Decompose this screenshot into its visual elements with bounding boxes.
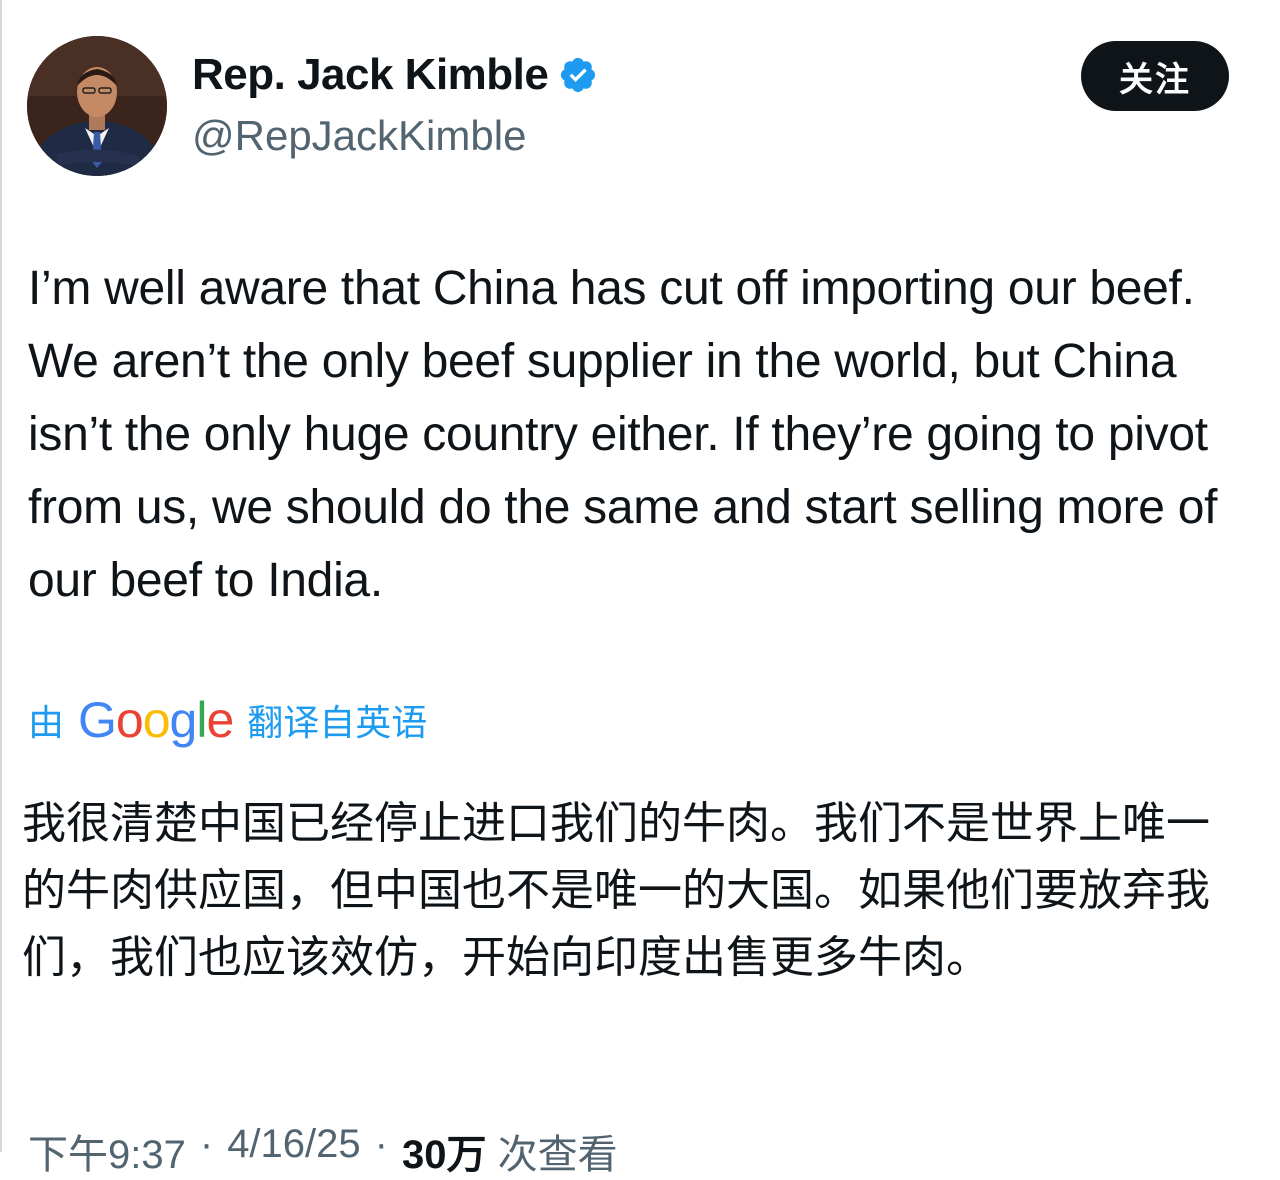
profile-photo-icon (27, 36, 167, 176)
user-handle[interactable]: @RepJackKimble (192, 112, 526, 160)
google-letter: l (196, 692, 207, 748)
google-letter: G (78, 692, 117, 748)
author-name-row: Rep. Jack Kimble (192, 50, 598, 100)
google-letter: g (169, 692, 198, 748)
google-logo: Google (78, 690, 234, 750)
frame-edge (0, 0, 2, 1152)
follow-button[interactable]: 关注 (1081, 41, 1229, 111)
views-label: 次查看 (497, 1133, 618, 1177)
meta-separator: · (199, 1122, 214, 1166)
google-letter: e (206, 692, 234, 748)
google-letter: o (115, 692, 144, 748)
tweet-meta: 下午9:37 · 4/16/25 · 30万 次查看 (28, 1122, 618, 1180)
meta-separator: · (374, 1122, 388, 1166)
tweet-time[interactable]: 下午9:37 (28, 1122, 186, 1180)
translated-tweet-text: 我很清楚中国已经停止进口我们的牛肉。我们不是世界上唯一的牛肉供应国，但中国也不是… (22, 798, 1210, 983)
translation-suffix: 翻译自英语 (247, 702, 428, 743)
verified-badge-icon (558, 55, 598, 95)
views-count: 30万 (401, 1133, 487, 1177)
tweet-date[interactable]: 4/16/25 (227, 1122, 360, 1180)
tweet-text: I’m well aware that China has cut off im… (28, 262, 1218, 607)
display-name[interactable]: Rep. Jack Kimble (192, 50, 549, 100)
translation-attribution[interactable]: 由 Google 翻译自英语 (28, 690, 427, 750)
avatar[interactable] (27, 36, 167, 176)
google-letter: o (142, 692, 171, 748)
translation-prefix: 由 (28, 702, 65, 743)
